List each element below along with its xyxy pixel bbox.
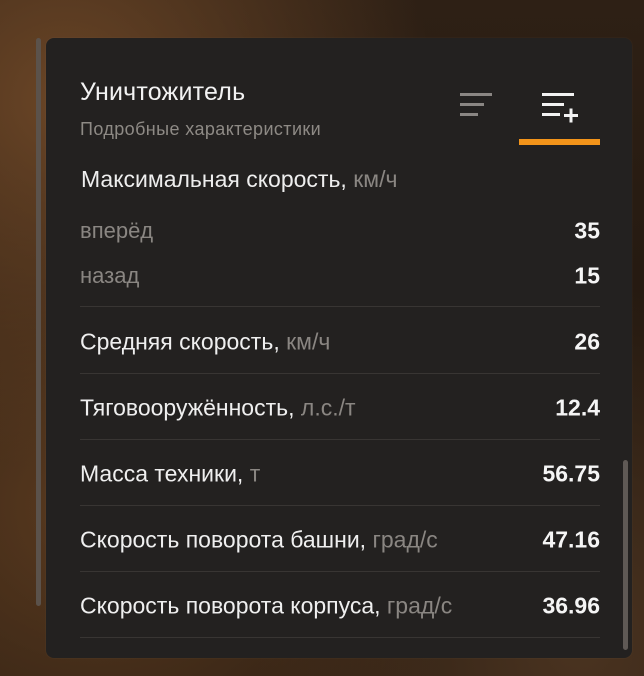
stat-unit: град/с [372, 526, 438, 553]
stat-row-turret-traverse: Скорость поворота башни, град/с 47.16 [80, 509, 600, 571]
stat-unit: т [249, 460, 261, 487]
stat-value: 36.96 [542, 592, 600, 619]
reverse-value: 15 [574, 262, 600, 289]
stat-row-average-speed: Средняя скорость, км/ч 26 [80, 311, 600, 373]
outer-scrollbar[interactable] [36, 38, 41, 606]
stat-label: Средняя скорость, км/ч [80, 328, 331, 355]
stat-value: 47.16 [542, 526, 600, 553]
vehicle-title: Уничтожитель [80, 78, 246, 106]
divider [80, 373, 600, 374]
stat-unit: км/ч [286, 328, 331, 355]
list-add-icon [542, 93, 578, 123]
stat-value: 56.75 [542, 460, 600, 487]
divider [80, 571, 600, 572]
stat-label: Скорость поворота корпуса, град/с [80, 592, 453, 619]
divider [80, 439, 600, 440]
vehicle-stats-panel: Уничтожитель Подробные характеристики Ма… [46, 38, 632, 658]
active-tab-indicator [519, 139, 600, 145]
reverse-speed-row: назад 15 [80, 256, 600, 296]
forward-speed-row: вперёд 35 [80, 211, 600, 251]
divider [80, 637, 600, 638]
stat-unit: град/с [386, 592, 453, 619]
tab-compact-view[interactable] [456, 86, 496, 126]
max-speed-heading: Максимальная скорость, км/ч [81, 166, 397, 193]
list-lines-icon [460, 93, 492, 116]
stat-row-hull-traverse: Скорость поворота корпуса, град/с 36.96 [80, 575, 600, 637]
forward-label: вперёд [80, 218, 154, 243]
reverse-label: назад [80, 263, 140, 288]
stat-value: 26 [574, 328, 600, 355]
max-speed-unit: км/ч [353, 166, 398, 192]
stat-unit: л.с./т [300, 394, 356, 421]
panel-subtitle: Подробные характеристики [80, 119, 322, 139]
forward-value: 35 [574, 217, 600, 244]
stat-row-power-to-weight: Тяговооружённость, л.с./т 12.4 [80, 377, 600, 439]
panel-scrollbar[interactable] [623, 460, 628, 650]
max-speed-label: Максимальная скорость, [81, 166, 347, 192]
stat-value: 12.4 [555, 394, 600, 421]
divider [80, 505, 600, 506]
stat-label: Тяговооружённость, л.с./т [80, 394, 356, 421]
stat-label: Скорость поворота башни, град/с [80, 526, 438, 553]
tab-detailed-view[interactable] [538, 86, 578, 126]
divider [80, 306, 600, 307]
stat-row-weight: Масса техники, т 56.75 [80, 443, 600, 505]
stat-label: Масса техники, т [80, 460, 261, 487]
